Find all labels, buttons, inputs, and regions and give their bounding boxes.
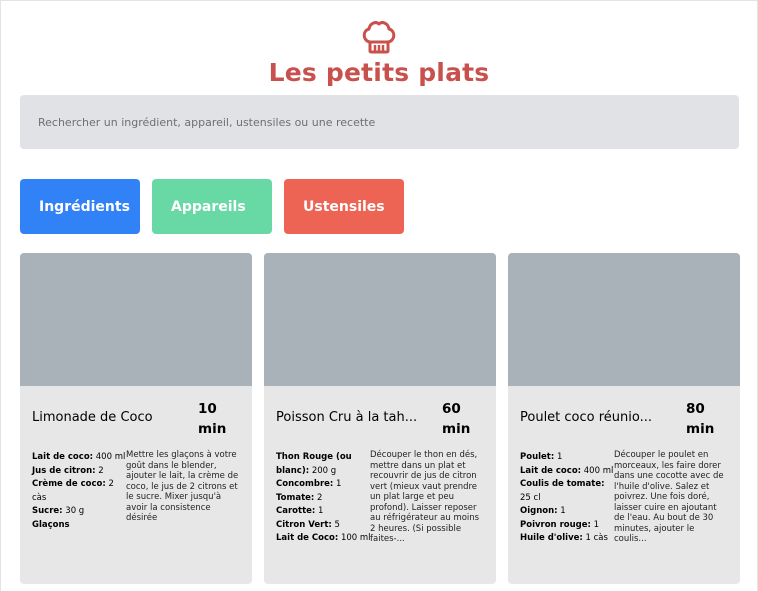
recipe-card[interactable]: Limonade de Coco 10 min Lait de coco: 40… bbox=[20, 253, 252, 584]
utensils-filter-label: Ustensiles bbox=[303, 198, 385, 215]
search-input[interactable] bbox=[20, 95, 739, 149]
ingredient-qty: 5 bbox=[334, 519, 340, 530]
ingredient-name: Sucre: bbox=[32, 506, 63, 516]
ingredient-qty: 2 bbox=[317, 492, 323, 503]
ingredient-qty: 1 càs bbox=[585, 533, 608, 543]
ingredient-name: Lait de coco: bbox=[32, 452, 94, 462]
ingredient-item: Sucre: 30 g bbox=[32, 505, 128, 519]
recipe-description: Découper le poulet en morceaux, les fair… bbox=[614, 450, 724, 544]
ingredient-name: Jus de citron: bbox=[32, 465, 96, 476]
ingredient-qty: 2 bbox=[98, 465, 104, 476]
ingredient-qty: 1 bbox=[318, 506, 324, 516]
recipe-ingredients: Lait de coco: 400 ml Jus de citron: 2 Cr… bbox=[32, 451, 128, 532]
ingredient-qty: 30 g bbox=[65, 506, 85, 516]
ingredient-item: Thon Rouge (ou blanc): 200 g bbox=[276, 451, 372, 478]
recipe-card[interactable]: Poulet coco réunio... 80 min Poulet: 1 L… bbox=[508, 253, 740, 584]
recipe-time-unit: min bbox=[442, 421, 471, 437]
ingredient-item: Crème de coco: 2 càs bbox=[32, 478, 128, 505]
ingredient-qty: 1 bbox=[593, 519, 600, 530]
ingredient-item: Jus de citron: 2 bbox=[32, 465, 128, 479]
ingredient-name: Lait de coco: bbox=[520, 465, 582, 476]
ingredient-item: Poulet: 1 bbox=[520, 451, 616, 465]
page-title: Les petits plats bbox=[268, 58, 490, 87]
recipe-time-value: 60 bbox=[442, 401, 461, 417]
ingredients-filter-label: Ingrédients bbox=[39, 198, 130, 215]
recipe-ingredients: Poulet: 1 Lait de coco: 400 ml Coulis de… bbox=[520, 451, 616, 546]
ingredient-name: Poulet: bbox=[520, 452, 555, 462]
recipe-name: Poulet coco réunio... bbox=[520, 410, 653, 425]
ingredient-qty: 200 g bbox=[311, 465, 337, 476]
ingredient-name: Lait de Coco: bbox=[276, 533, 339, 543]
recipe-time: 60 min bbox=[442, 399, 492, 439]
ingredient-qty: 1 bbox=[556, 452, 563, 462]
ingredients-filter-button[interactable]: Ingrédients bbox=[20, 179, 140, 234]
recipe-time-value: 80 bbox=[686, 401, 705, 417]
utensils-filter-button[interactable]: Ustensiles bbox=[284, 179, 404, 234]
recipe-description: Découper le thon en dés, mettre dans un … bbox=[370, 450, 480, 544]
recipe-name: Limonade de Coco bbox=[32, 410, 153, 425]
chef-hat-icon bbox=[362, 21, 396, 54]
recipe-description: Mettre les glaçons à votre goût dans le … bbox=[126, 450, 239, 523]
ingredient-item: Huile d'olive: 1 càs bbox=[520, 532, 616, 546]
recipe-image-placeholder bbox=[264, 253, 496, 386]
appliances-filter-button[interactable]: Appareils bbox=[152, 179, 272, 234]
recipe-image-placeholder bbox=[20, 253, 252, 386]
ingredient-name: Crème de coco: bbox=[32, 479, 106, 489]
recipe-ingredients: Thon Rouge (ou blanc): 200 g Concombre: … bbox=[276, 451, 372, 546]
ingredient-item: Citron Vert: 5 bbox=[276, 519, 372, 533]
ingredient-item: Tomate: 2 bbox=[276, 492, 372, 506]
recipe-time: 80 min bbox=[686, 399, 736, 439]
ingredient-qty: 1 bbox=[560, 506, 566, 516]
ingredient-item: Glaçons bbox=[32, 519, 128, 533]
ingredient-item: Lait de coco: 400 ml bbox=[520, 465, 616, 479]
ingredient-name: Oignon: bbox=[520, 506, 558, 516]
ingredient-qty: 400 ml bbox=[583, 465, 614, 476]
recipe-card[interactable]: Poisson Cru à la tah... 60 min Thon Roug… bbox=[264, 253, 496, 584]
ingredient-name: Carotte: bbox=[276, 506, 316, 516]
ingredient-name: Poivron rouge: bbox=[520, 519, 591, 530]
ingredient-item: Carotte: 1 bbox=[276, 505, 372, 519]
ingredient-name: Glaçons bbox=[32, 519, 70, 530]
ingredient-qty: 400 ml bbox=[95, 452, 126, 462]
ingredient-qty: 100 ml bbox=[340, 533, 371, 543]
ingredient-item: Lait de coco: 400 ml bbox=[32, 451, 128, 465]
appliances-filter-label: Appareils bbox=[171, 198, 246, 215]
ingredient-name: Citron Vert: bbox=[276, 519, 332, 530]
recipe-time: 10 min bbox=[198, 399, 248, 439]
ingredient-name: Tomate: bbox=[276, 492, 315, 503]
ingredient-item: Lait de Coco: 100 ml bbox=[276, 532, 372, 546]
recipe-time-value: 10 bbox=[198, 401, 217, 417]
ingredient-item: Poivron rouge: 1 bbox=[520, 519, 616, 533]
ingredient-item: Oignon: 1 bbox=[520, 505, 616, 519]
ingredient-name: Concombre: bbox=[276, 479, 334, 489]
site-header: Les petits plats bbox=[0, 18, 758, 88]
ingredient-qty: 25 cl bbox=[520, 492, 541, 503]
recipe-name: Poisson Cru à la tah... bbox=[276, 410, 418, 425]
recipe-time-unit: min bbox=[198, 421, 227, 437]
ingredient-item: Concombre: 1 bbox=[276, 478, 372, 492]
ingredient-item: Coulis de tomate: 25 cl bbox=[520, 478, 616, 505]
recipe-time-unit: min bbox=[686, 421, 715, 437]
ingredient-name: Coulis de tomate: bbox=[520, 479, 605, 489]
recipe-image-placeholder bbox=[508, 253, 740, 386]
ingredient-name: Huile d'olive: bbox=[520, 533, 583, 543]
ingredient-qty: 1 bbox=[336, 479, 342, 489]
